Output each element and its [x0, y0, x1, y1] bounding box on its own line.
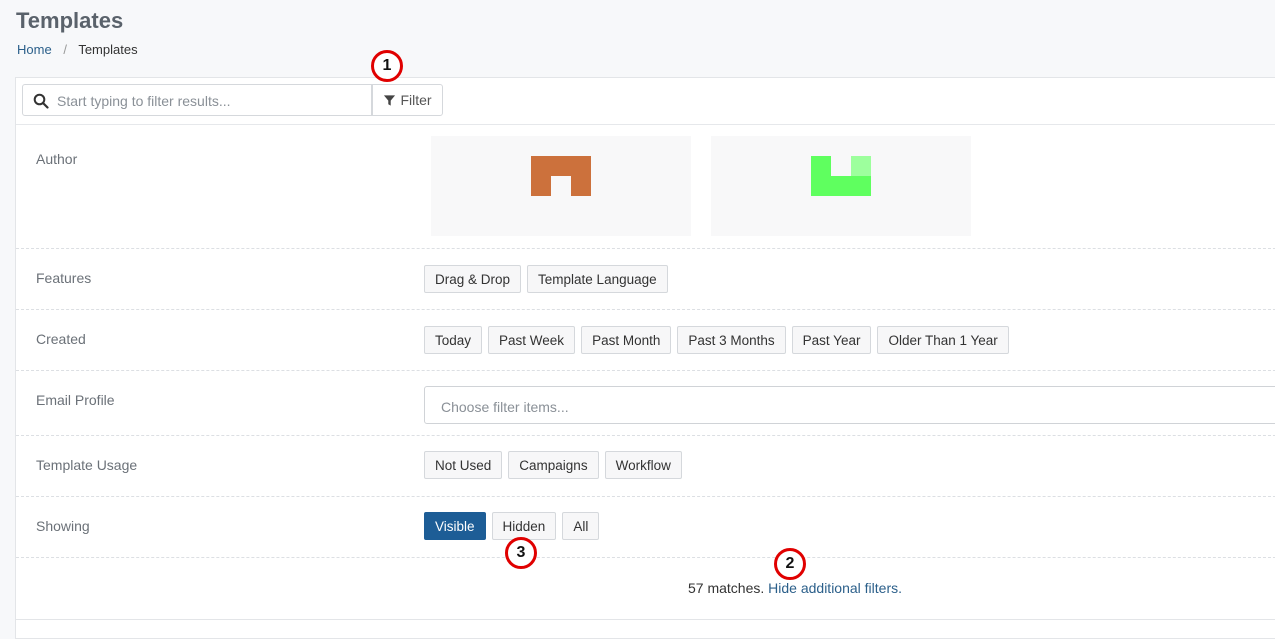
created-chip-past-month[interactable]: Past Month — [581, 326, 672, 354]
author-identicon — [531, 156, 591, 196]
features-options: Drag & Drop Template Language — [424, 265, 668, 293]
author-row: Author — [16, 125, 1275, 249]
email-profile-input[interactable] — [439, 396, 1043, 418]
email-profile-select[interactable] — [424, 386, 1275, 424]
features-row: Features Drag & Drop Template Language — [16, 249, 1275, 310]
created-row: Created Today Past Week Past Month Past … — [16, 310, 1275, 371]
match-count: 57 matches. — [688, 580, 765, 596]
filter-panel: Filter Author Features Drag & Drop Templ… — [15, 77, 1275, 639]
page-title: Templates — [16, 8, 124, 33]
usage-options: Not Used Campaigns Workflow — [424, 451, 682, 479]
results-summary: 57 matches. Hide additional filters. — [688, 580, 902, 596]
usage-chip-campaigns[interactable]: Campaigns — [508, 451, 599, 479]
filter-button-label: Filter — [400, 92, 432, 108]
showing-chip-all[interactable]: All — [562, 512, 600, 540]
filter-button[interactable]: Filter — [372, 84, 443, 116]
breadcrumb: Home / Templates — [17, 42, 138, 57]
template-usage-row-label: Template Usage — [36, 457, 138, 473]
search-input[interactable] — [55, 89, 364, 113]
showing-row: Showing Visible Hidden All — [16, 497, 1275, 558]
created-row-label: Created — [36, 331, 86, 347]
showing-chip-hidden[interactable]: Hidden — [491, 512, 557, 540]
hide-filters-link[interactable]: Hide additional filters. — [768, 580, 902, 596]
annotation-marker-2: 2 — [774, 548, 806, 580]
breadcrumb-home-link[interactable]: Home — [17, 42, 52, 57]
funnel-icon — [384, 94, 396, 106]
author-row-label: Author — [36, 151, 78, 167]
showing-chip-visible[interactable]: Visible — [424, 512, 486, 540]
features-row-label: Features — [36, 270, 92, 286]
annotation-marker-3: 3 — [505, 537, 537, 569]
breadcrumb-separator: / — [63, 42, 67, 57]
author-identicon — [811, 156, 871, 196]
usage-chip-not-used[interactable]: Not Used — [424, 451, 503, 479]
created-chip-past-year[interactable]: Past Year — [791, 326, 872, 354]
usage-chip-workflow[interactable]: Workflow — [604, 451, 682, 479]
created-chip-past-week[interactable]: Past Week — [488, 326, 576, 354]
author-card[interactable] — [711, 136, 971, 236]
feature-chip-template-language[interactable]: Template Language — [527, 265, 668, 293]
panel-footer-divider — [16, 619, 1275, 620]
breadcrumb-current: Templates — [78, 42, 138, 57]
author-card[interactable] — [431, 136, 691, 236]
created-options: Today Past Week Past Month Past 3 Months… — [424, 326, 1009, 354]
created-chip-past-3-months[interactable]: Past 3 Months — [677, 326, 786, 354]
search-icon — [33, 93, 49, 109]
annotation-marker-1: 1 — [371, 50, 403, 82]
search-bar[interactable] — [22, 84, 372, 116]
showing-row-label: Showing — [36, 518, 90, 534]
feature-chip-drag-drop[interactable]: Drag & Drop — [424, 265, 522, 293]
created-chip-today[interactable]: Today — [424, 326, 483, 354]
email-profile-row-label: Email Profile — [36, 392, 115, 408]
showing-options: Visible Hidden All — [424, 512, 600, 540]
created-chip-older-than-1-year[interactable]: Older Than 1 Year — [877, 326, 1009, 354]
template-usage-row: Template Usage Not Used Campaigns Workfl… — [16, 436, 1275, 497]
